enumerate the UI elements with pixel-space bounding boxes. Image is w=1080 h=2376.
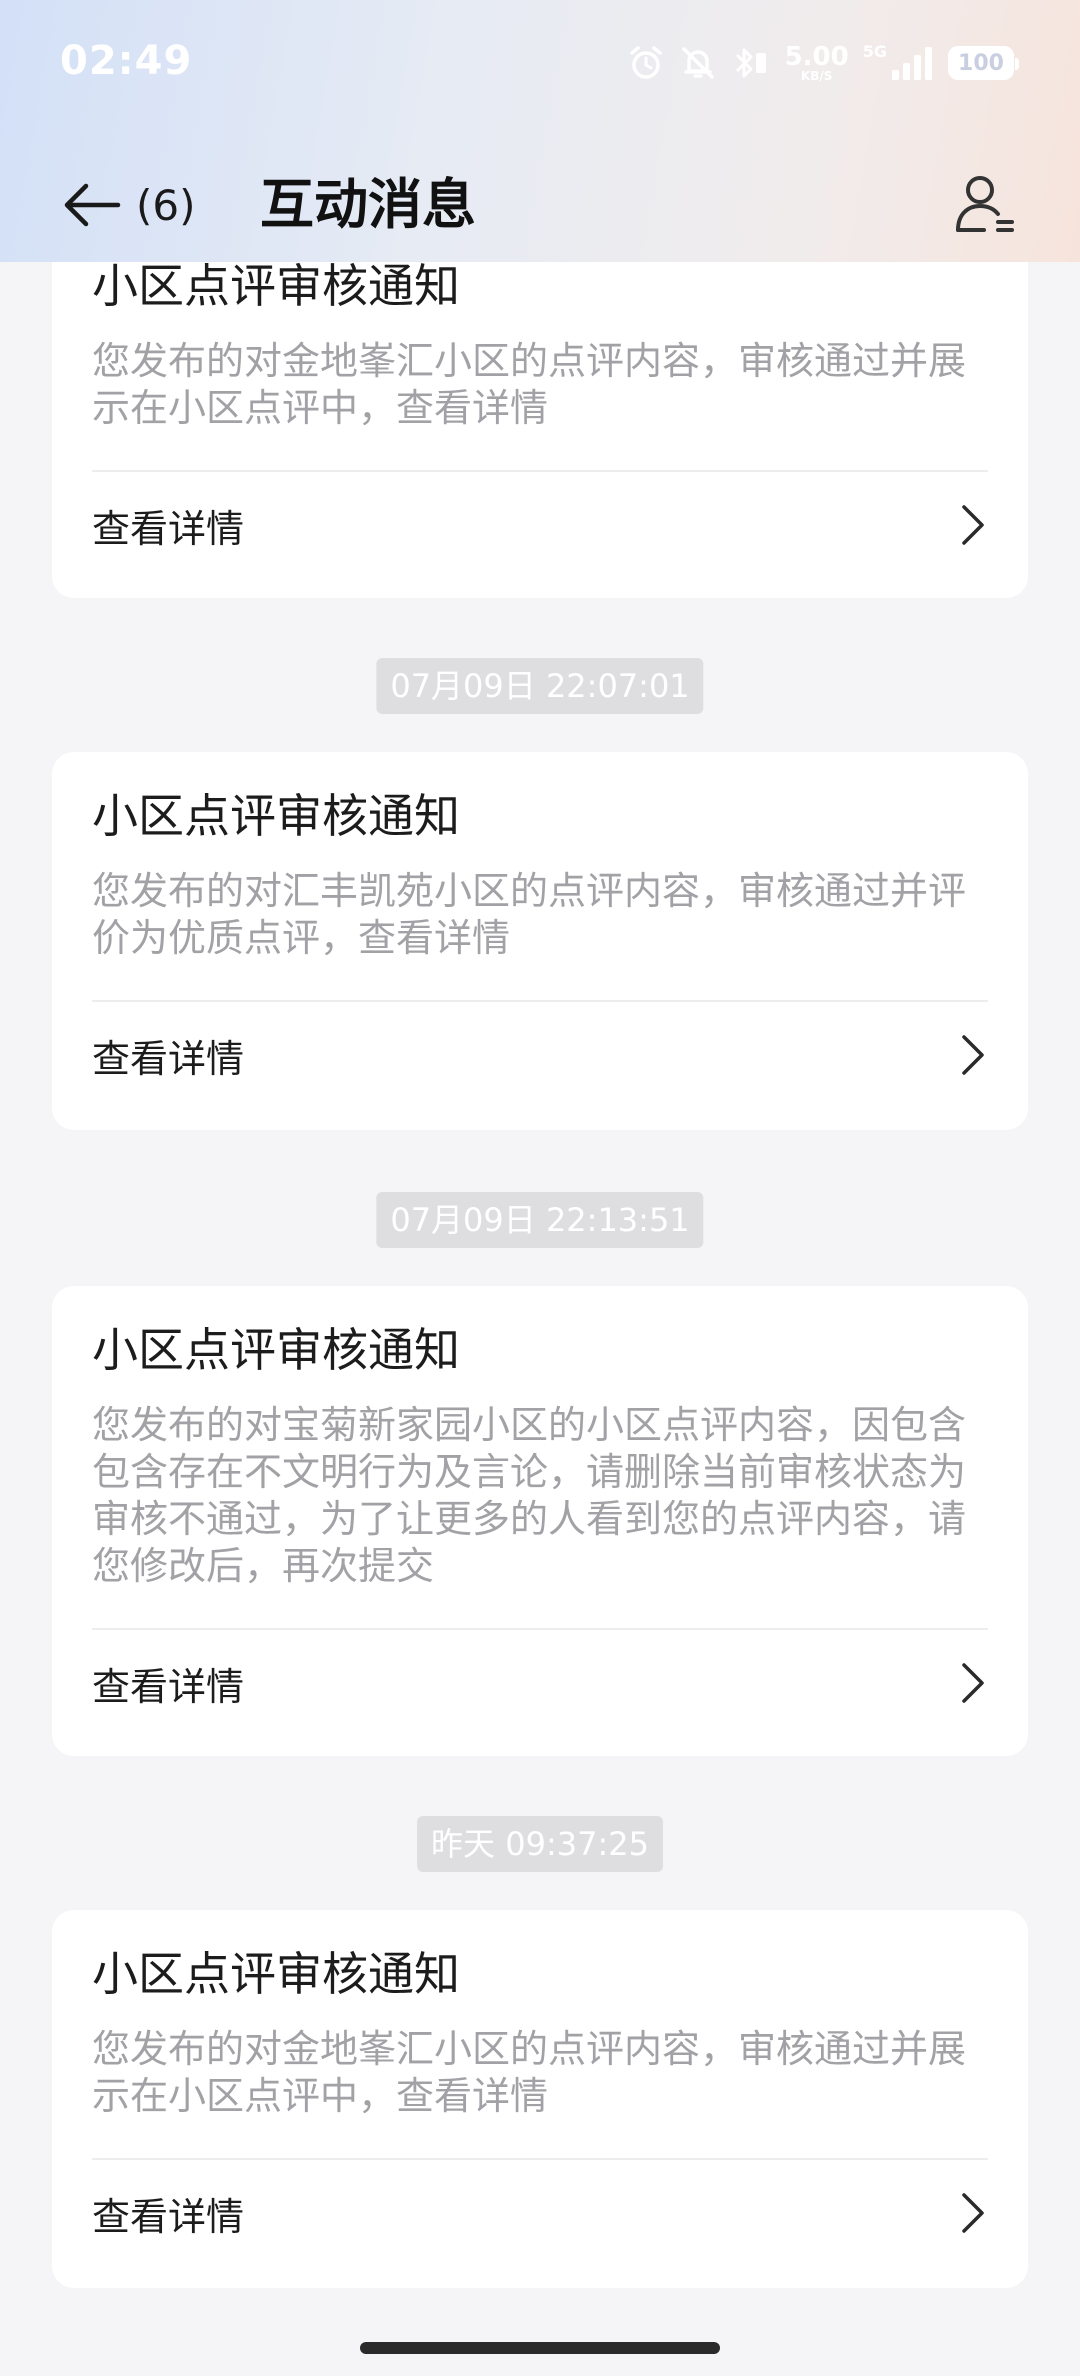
view-details-label: 查看详情: [92, 1664, 245, 1709]
status-time: 02:49: [60, 38, 193, 84]
view-details-link[interactable]: 查看详情: [92, 1002, 988, 1108]
arrow-left-icon: [64, 183, 121, 227]
page-title: 互动消息: [260, 173, 476, 236]
signal-indicator: 5G: [863, 44, 934, 82]
card-title: 小区点评审核通知: [92, 259, 460, 313]
alarm-icon: [629, 46, 662, 79]
message-card: 小区点评审核通知 您发布的对汇丰凯苑小区的点评内容，审核通过并评价为优质点评，查…: [52, 752, 1028, 1130]
bluetooth-icon: [735, 48, 766, 78]
signal-label: 5G: [862, 42, 887, 61]
view-details-link[interactable]: 查看详情: [92, 472, 988, 578]
status-bar: 02:49 5.00 KB/S 5G 100: [0, 0, 1080, 120]
navigation-bar: (6) 互动消息: [0, 150, 1080, 260]
chevron-right-icon: [962, 1035, 984, 1075]
view-details-link[interactable]: 查看详情: [92, 2160, 988, 2266]
view-details-link[interactable]: 查看详情: [92, 1630, 988, 1736]
card-description: 您发布的对汇丰凯苑小区的点评内容，审核通过并评价为优质点评，查看详情: [92, 869, 967, 960]
timestamp-badge: 07月09日 22:07:01: [376, 658, 704, 714]
card-description: 您发布的对金地峯汇小区的点评内容，审核通过并展示在小区点评中，查看详情: [92, 339, 967, 430]
message-card: 小区点评审核通知 您发布的对金地峯汇小区的点评内容，审核通过并展示在小区点评中，…: [52, 1910, 1028, 2288]
card-title: 小区点评审核通知: [92, 789, 460, 843]
message-list[interactable]: 小区点评审核通知 您发布的对金地峯汇小区的点评内容，审核通过并展示在小区点评中，…: [0, 0, 1080, 2376]
view-details-label: 查看详情: [92, 506, 245, 551]
card-title: 小区点评审核通知: [92, 1323, 460, 1377]
timestamp-badge: 昨天 09:37:25: [417, 1816, 663, 1872]
card-description: 您发布的对宝菊新家园小区的小区点评内容，因包含包含存在不文明行为及言论，请删除当…: [92, 1403, 967, 1588]
unread-count: (6): [136, 180, 196, 230]
chevron-right-icon: [962, 1663, 984, 1703]
user-settings-icon: [956, 176, 1014, 232]
view-details-label: 查看详情: [92, 2194, 245, 2239]
card-title: 小区点评审核通知: [92, 1947, 460, 2001]
timestamp-badge: 07月09日 22:13:51: [376, 1192, 704, 1248]
back-button[interactable]: (6): [62, 170, 196, 240]
network-speed: 5.00 KB/S: [785, 44, 849, 82]
card-description: 您发布的对金地峯汇小区的点评内容，审核通过并展示在小区点评中，查看详情: [92, 2027, 967, 2118]
cellular-signal-icon: [892, 47, 932, 80]
chevron-right-icon: [962, 2193, 984, 2233]
battery-level: 100: [958, 50, 1004, 76]
home-indicator[interactable]: [360, 2342, 720, 2354]
profile-button[interactable]: [950, 168, 1022, 240]
battery-indicator: 100: [948, 46, 1019, 80]
status-icons: 5.00 KB/S 5G 100: [627, 40, 1019, 86]
view-details-label: 查看详情: [92, 1036, 245, 1081]
mute-bell-icon: [681, 47, 714, 79]
network-speed-value: 5.00: [784, 42, 849, 72]
message-card: 小区点评审核通知 您发布的对宝菊新家园小区的小区点评内容，因包含包含存在不文明行…: [52, 1286, 1028, 1756]
chevron-right-icon: [962, 505, 984, 545]
network-speed-unit: KB/S: [800, 69, 833, 83]
